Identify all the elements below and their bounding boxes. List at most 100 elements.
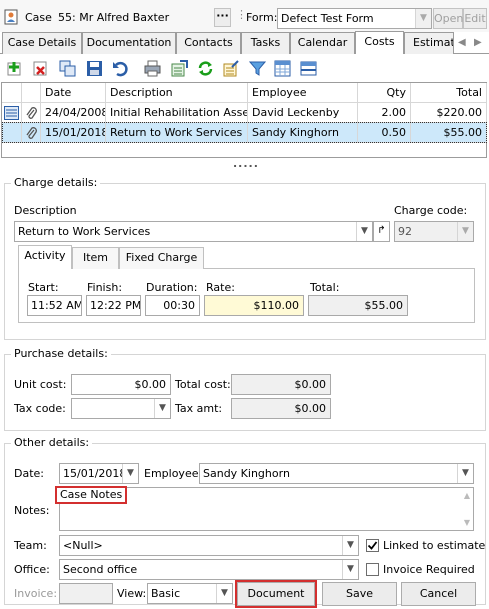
save-button[interactable]: Save [322, 582, 397, 606]
office-label: Office: [14, 563, 50, 576]
delete-icon[interactable] [32, 60, 49, 77]
form-select[interactable]: Defect Test Form ▼ [277, 8, 432, 29]
grid-header-total[interactable]: Total [411, 83, 487, 103]
tax-amt-field: $0.00 [231, 398, 331, 419]
start-time-field[interactable]: 11:52 AM [27, 295, 82, 316]
total-field: $55.00 [308, 295, 408, 316]
row-edit-icon[interactable] [2, 103, 22, 123]
grid-header-employee[interactable]: Employee [248, 83, 358, 103]
copy-icon[interactable] [59, 60, 76, 77]
table-row-qty[interactable]: 0.50 [358, 123, 411, 143]
subtab-item[interactable]: Item [72, 247, 119, 269]
paperclip-icon [22, 103, 41, 123]
scroll-up-icon[interactable]: ▲ [464, 491, 470, 500]
tab-costs[interactable]: Costs [355, 31, 404, 54]
chevron-down-icon: ▼ [154, 399, 170, 418]
description-label: Description [14, 204, 77, 217]
table-row-qty[interactable]: 2.00 [358, 103, 411, 123]
form-edit-button[interactable]: Edit [463, 8, 487, 29]
table-row-employee[interactable]: David Leckenby [248, 103, 358, 123]
unit-cost-field[interactable]: $0.00 [71, 374, 171, 395]
start-label: Start: [28, 281, 59, 294]
paperclip-icon [22, 123, 41, 143]
filter-icon[interactable] [248, 60, 267, 77]
finish-time-field[interactable]: 12:22 PM [86, 295, 141, 316]
view-label: View: [117, 587, 147, 600]
grid-header-date[interactable]: Date [41, 83, 106, 103]
view-value: Basic [151, 587, 181, 600]
tab-case-details[interactable]: Case Details [2, 32, 82, 54]
grid-header-qty[interactable]: Qty [358, 83, 411, 103]
undo-icon[interactable] [112, 60, 129, 77]
view-select[interactable]: Basic ▼ [147, 583, 233, 604]
team-select[interactable]: <Null> ▼ [59, 535, 359, 556]
chevron-down-icon: ▼ [457, 222, 473, 241]
table-row-description[interactable]: Return to Work Services [106, 123, 248, 143]
other-details-title: Other details: [11, 436, 93, 450]
tab-scroll-right-icon[interactable]: ▶ [474, 36, 482, 50]
import-icon[interactable] [223, 60, 240, 77]
add-icon[interactable] [6, 60, 23, 77]
chevron-down-icon: ▼ [415, 9, 431, 28]
scroll-down-icon[interactable]: ▼ [464, 518, 470, 527]
chevron-down-icon: ▼ [342, 536, 358, 555]
columns-icon[interactable] [274, 60, 291, 77]
export-icon[interactable] [171, 60, 188, 77]
tab-contacts[interactable]: Contacts [176, 32, 241, 54]
table-row-total[interactable]: $220.00 [411, 103, 487, 123]
invoice-required-checkbox[interactable] [366, 563, 379, 576]
refresh-icon[interactable] [197, 60, 214, 77]
row-selector[interactable] [2, 123, 22, 143]
charge-code-label: Charge code: [394, 204, 468, 217]
team-label: Team: [14, 539, 47, 552]
subtab-fixed-charge[interactable]: Fixed Charge [119, 247, 204, 269]
team-value: <Null> [63, 539, 103, 552]
table-row-total[interactable]: $55.00 [411, 123, 487, 143]
table-row-date[interactable]: 24/04/2008 [41, 103, 106, 123]
table-row-employee[interactable]: Sandy Kinghorn [248, 123, 358, 143]
charge-code-value: 92 [398, 225, 412, 238]
rate-label: Rate: [206, 281, 235, 294]
finish-label: Finish: [87, 281, 123, 294]
grid-header-description[interactable]: Description [106, 83, 248, 103]
table-row-description[interactable]: Initial Rehabilitation Asse... [106, 103, 248, 123]
date-value: 15/01/2018 [63, 467, 127, 480]
employee-select[interactable]: Sandy Kinghorn ▼ [199, 463, 474, 484]
cancel-button[interactable]: Cancel [401, 582, 476, 606]
duration-field[interactable]: 00:30 [145, 295, 200, 316]
description-select[interactable]: Return to Work Services ▼ [14, 221, 373, 242]
form-open-button[interactable]: Open [433, 8, 463, 29]
tab-calendar[interactable]: Calendar [290, 32, 355, 54]
notes-value: Case Notes [54, 486, 128, 504]
splitter-handle[interactable]: ..... [233, 157, 259, 171]
tax-code-select[interactable]: ▼ [71, 398, 171, 419]
chevron-down-icon: ▼ [457, 464, 473, 483]
form-select-value: Defect Test Form [281, 12, 374, 25]
unit-cost-label: Unit cost: [14, 378, 67, 391]
document-button[interactable]: Document [235, 580, 317, 608]
charge-details-title: Charge details: [11, 176, 101, 190]
purchase-details-title: Purchase details: [11, 347, 111, 361]
employee-value: Sandy Kinghorn [203, 467, 290, 480]
table-row-date[interactable]: 15/01/2018 [41, 123, 106, 143]
tab-scroll-left-icon[interactable]: ◀ [458, 36, 466, 50]
tab-tasks[interactable]: Tasks [241, 32, 290, 54]
chevron-down-icon: ▼ [342, 560, 358, 579]
tab-documentation[interactable]: Documentation [82, 32, 176, 54]
print-icon[interactable] [144, 60, 161, 77]
tab-estimate[interactable]: Estimat [404, 32, 454, 54]
linked-checkbox[interactable] [366, 539, 379, 552]
invoice-field [59, 583, 113, 604]
case-lookup-button[interactable]: ··· [214, 8, 231, 27]
office-value: Second office [63, 563, 138, 576]
duration-label: Duration: [146, 281, 198, 294]
office-select[interactable]: Second office ▼ [59, 559, 359, 580]
open-charge-icon[interactable]: ↱ [373, 221, 390, 242]
save-icon[interactable] [86, 60, 103, 77]
date-picker[interactable]: 15/01/2018 ▼ [59, 463, 139, 484]
chevron-down-icon: ▼ [356, 222, 372, 241]
rate-field[interactable]: $110.00 [204, 295, 304, 316]
charge-code-select[interactable]: 92 ▼ [394, 221, 474, 242]
subtab-activity[interactable]: Activity [18, 245, 72, 269]
layout-icon[interactable] [300, 60, 317, 77]
